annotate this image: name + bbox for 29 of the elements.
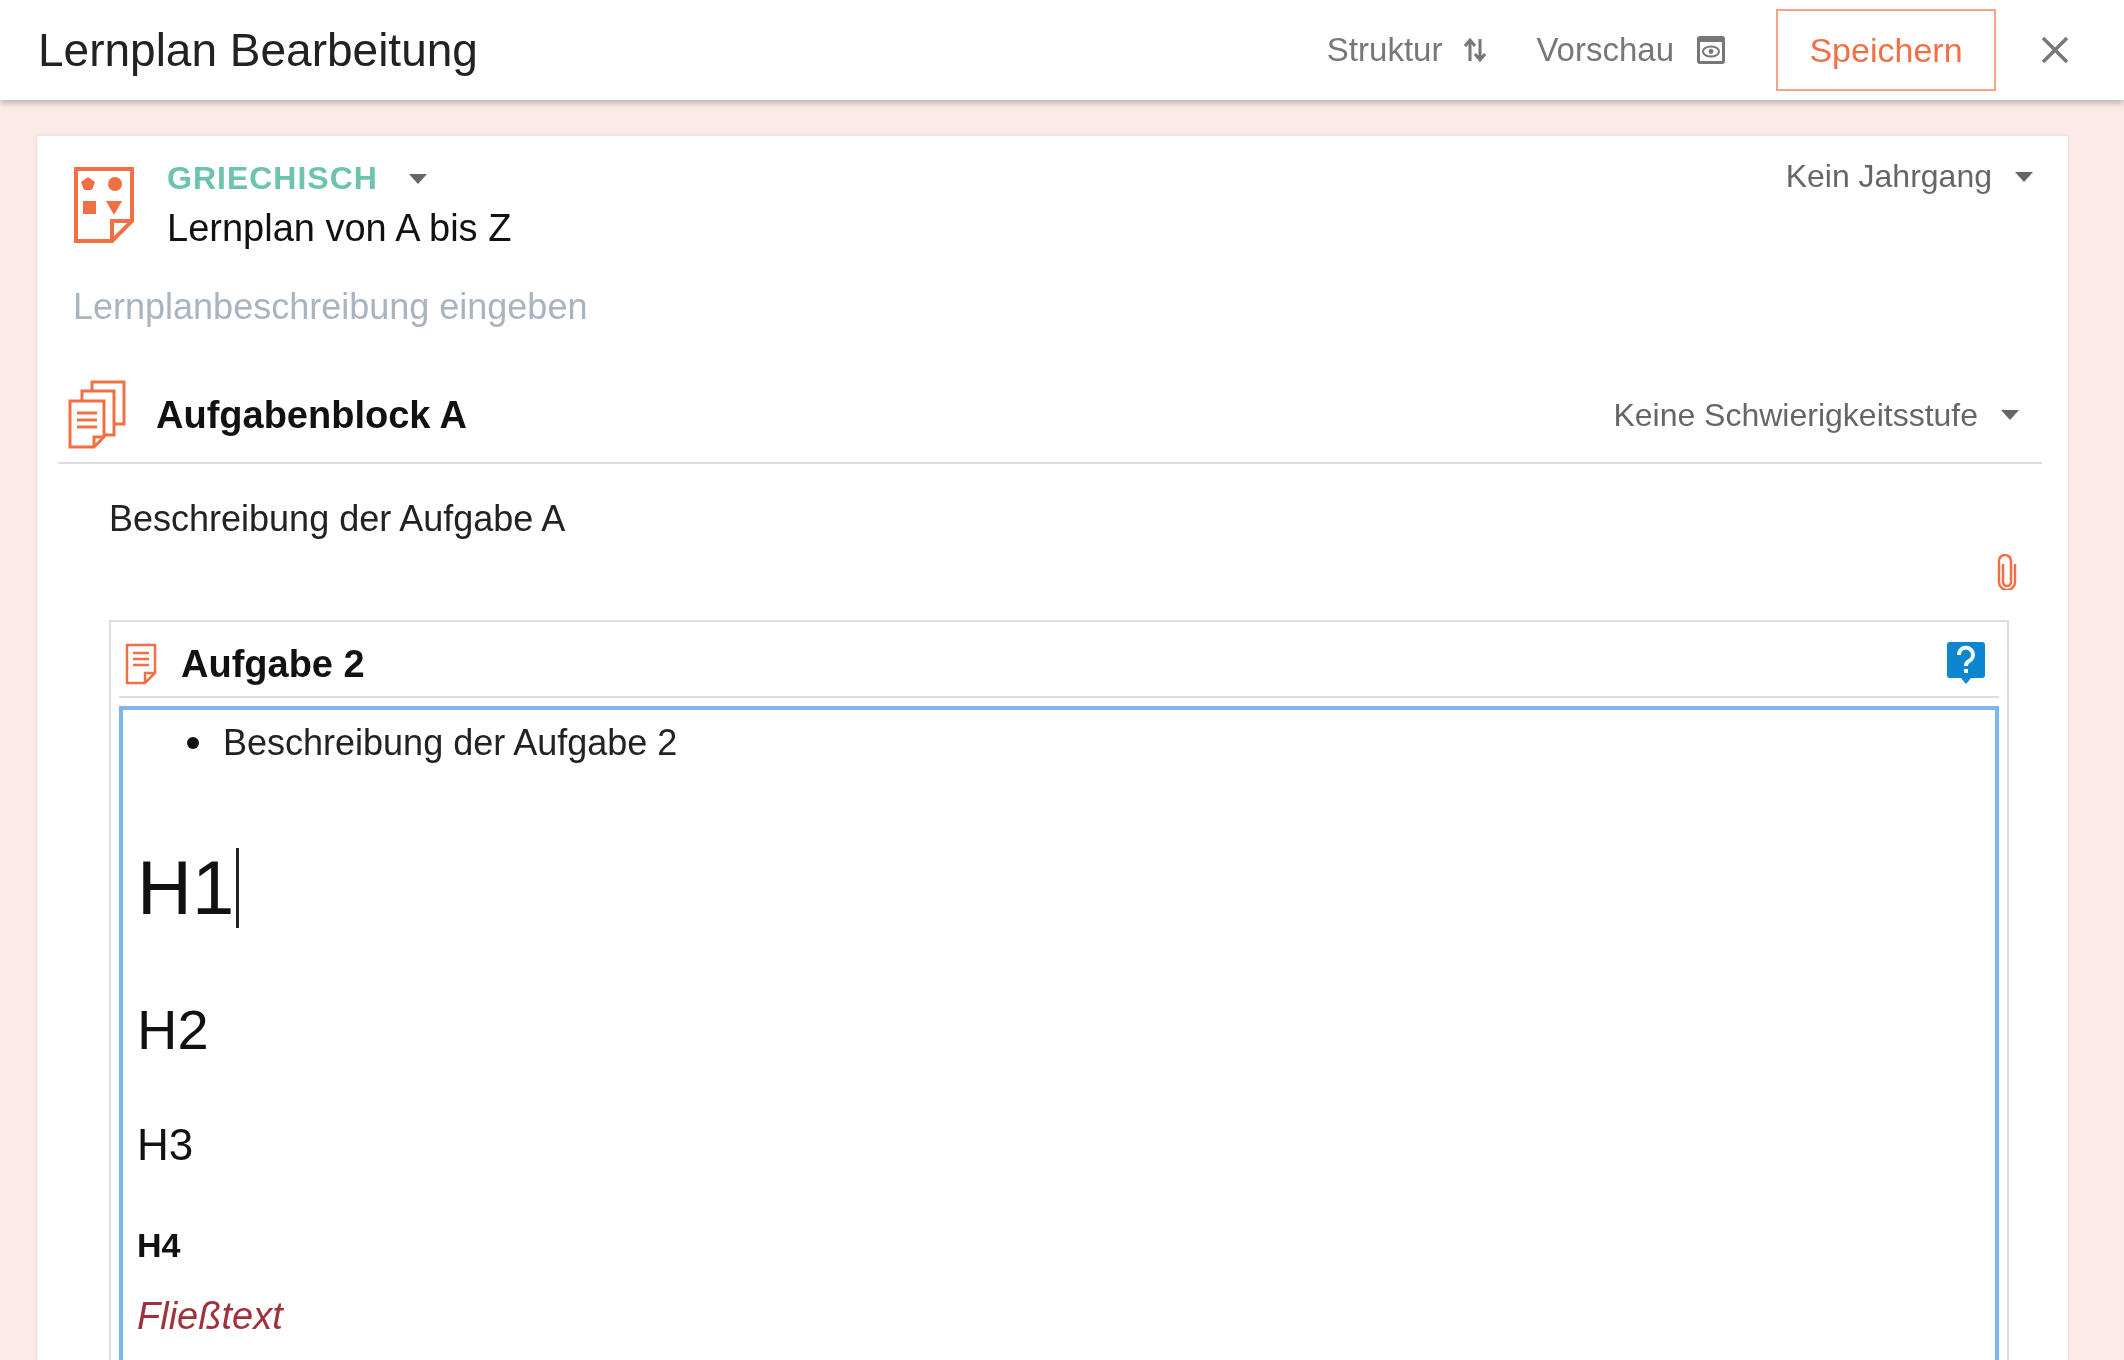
grade-dropdown[interactable]: Kein Jahrgang bbox=[1785, 158, 2034, 195]
heading-4: H4 bbox=[137, 1226, 181, 1264]
caret-icon bbox=[2014, 170, 2034, 183]
structure-button[interactable]: Struktur bbox=[1326, 31, 1487, 69]
preview-button[interactable]: Vorschau bbox=[1536, 31, 1726, 69]
caret-icon bbox=[407, 172, 428, 185]
block-title: Aufgabenblock A bbox=[156, 393, 469, 437]
plan-title: Lernplan von A bis Z bbox=[167, 207, 513, 250]
caret-icon bbox=[2000, 409, 2020, 421]
eye-icon bbox=[1696, 35, 1726, 65]
window-title: Lernplan Bearbeitung bbox=[38, 23, 478, 77]
close-icon[interactable] bbox=[2040, 35, 2070, 65]
shapes-document-icon bbox=[73, 166, 135, 244]
task-title: Aufgabe 2 bbox=[181, 642, 366, 686]
heading-2: H2 bbox=[137, 998, 209, 1061]
bullet-icon bbox=[187, 737, 199, 749]
help-icon[interactable] bbox=[1947, 642, 1985, 686]
heading-3: H3 bbox=[137, 1120, 194, 1169]
document-icon bbox=[125, 643, 157, 685]
sort-arrows-icon bbox=[1464, 35, 1487, 65]
body-text: Fließtext bbox=[137, 1295, 283, 1337]
rich-text-editor[interactable]: Beschreibung der Aufgabe 2 H1 H2 H3 H4 Fließtext bbox=[119, 706, 1999, 1360]
documents-stack-icon bbox=[68, 380, 126, 450]
save-button[interactable]: Speichern bbox=[1776, 9, 1996, 91]
heading-1: H1 bbox=[137, 844, 235, 931]
bullet-item: Beschreibung der Aufgabe 2 bbox=[223, 722, 678, 764]
block-description: Beschreibung der Aufgabe A bbox=[109, 498, 567, 540]
paperclip-icon[interactable] bbox=[1996, 554, 2018, 590]
difficulty-dropdown[interactable]: Keine Schwierigkeitsstufe bbox=[1613, 396, 2020, 434]
